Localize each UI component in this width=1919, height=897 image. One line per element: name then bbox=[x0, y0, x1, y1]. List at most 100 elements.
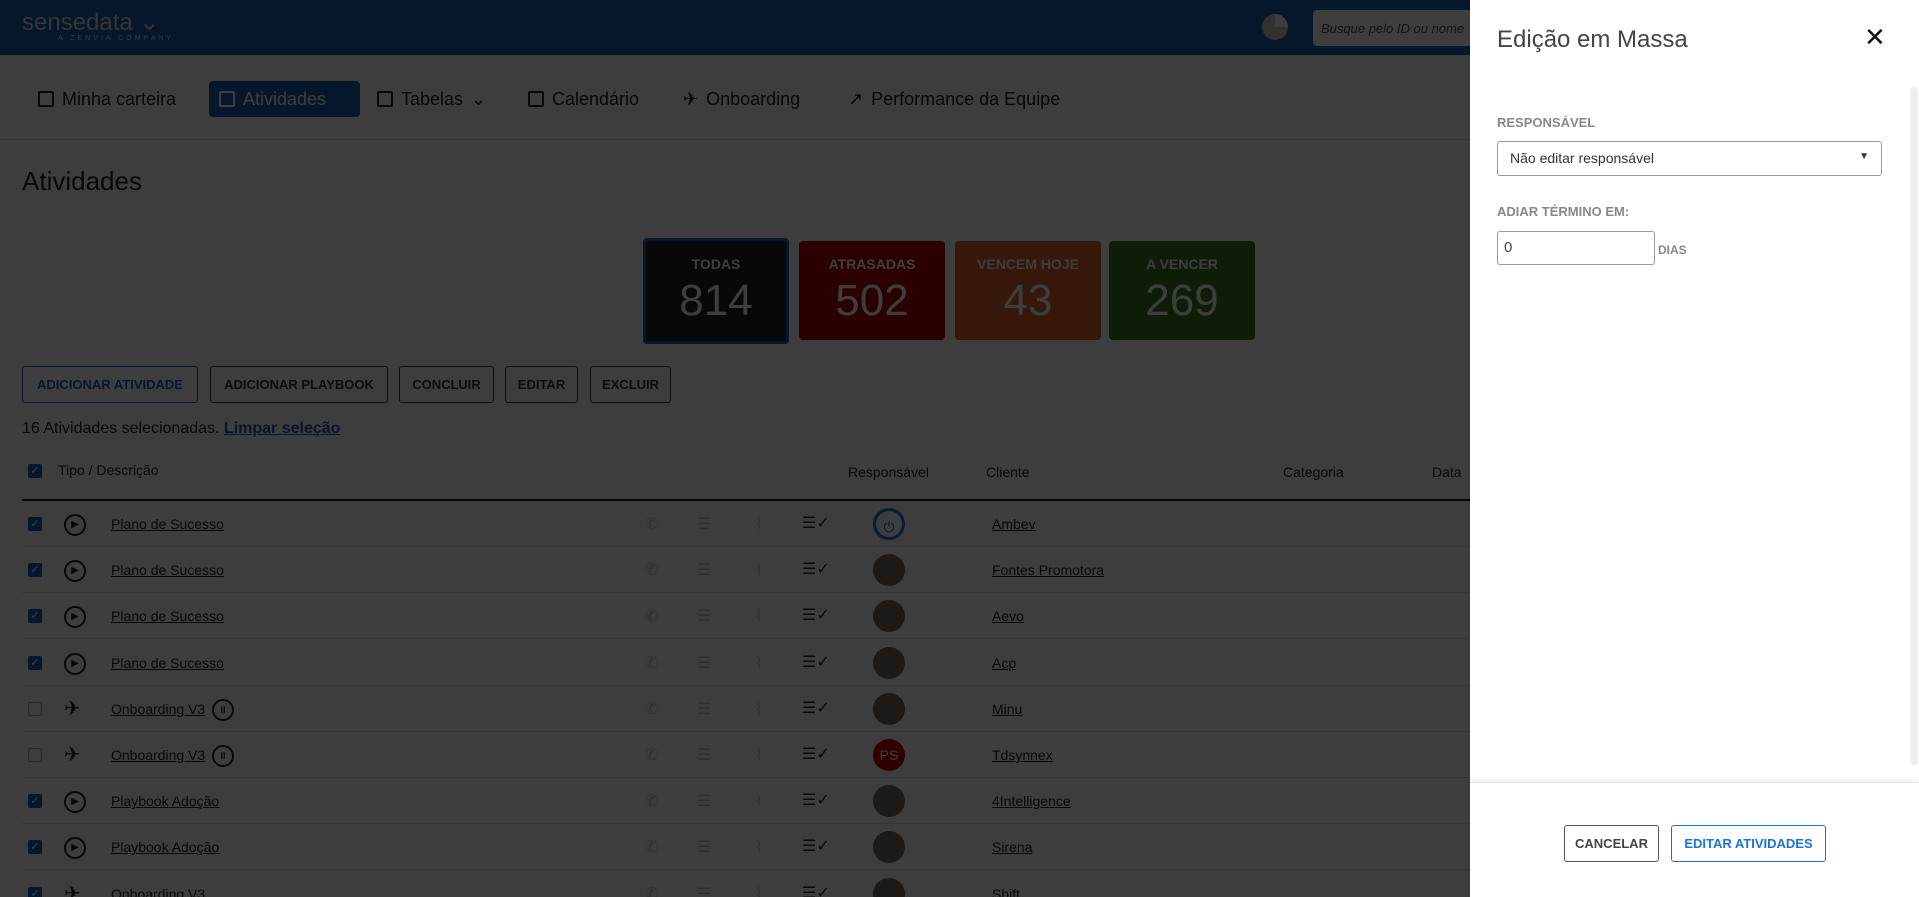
notes-icon[interactable]: ☰ bbox=[697, 791, 711, 811]
checklist-icon[interactable]: ☰✓ bbox=[802, 744, 830, 764]
dimmed-background-page[interactable]: sensedata ⌄ A ZENVIA COMPANY Busque pelo … bbox=[0, 0, 1470, 897]
card-vencem-hoje[interactable]: VENCEM HOJE 43 bbox=[955, 241, 1101, 340]
client-link[interactable]: Tdsynnex bbox=[992, 747, 1053, 763]
attachment-icon[interactable]: ⌇ bbox=[755, 514, 763, 534]
phone-icon[interactable]: ✆ bbox=[645, 699, 658, 719]
row-checkbox[interactable]: ✓ bbox=[28, 517, 42, 531]
header-client[interactable]: Cliente bbox=[986, 464, 1030, 480]
phone-icon[interactable]: ✆ bbox=[645, 606, 658, 626]
phone-icon[interactable]: ✆ bbox=[645, 514, 658, 534]
postpone-days-input[interactable]: 0 bbox=[1497, 231, 1655, 265]
nav-tabelas[interactable]: Tabelas ⌄ bbox=[367, 81, 496, 117]
phone-icon[interactable]: ✆ bbox=[645, 884, 658, 897]
brand-logo[interactable]: sensedata ⌄ A ZENVIA COMPANY bbox=[22, 8, 174, 42]
client-link[interactable]: Acp bbox=[992, 655, 1016, 671]
edit-button[interactable]: EDITAR bbox=[505, 366, 578, 403]
checklist-icon[interactable]: ☰✓ bbox=[802, 790, 830, 810]
close-icon[interactable]: ✕ bbox=[1864, 22, 1886, 53]
table-row[interactable]: ✓ ▶ Plano de Sucesso ✆ ☰ ⌇ ☰✓ Aevo bbox=[22, 593, 1470, 640]
client-link[interactable]: 4Intelligence bbox=[992, 793, 1071, 809]
add-activity-button[interactable]: ADICIONAR ATIVIDADE bbox=[22, 366, 198, 403]
table-row[interactable]: ✓ ▶ Plano de Sucesso ✆ ☰ ⌇ ☰✓ Fontes Promotora bbox=[22, 547, 1470, 594]
phone-icon[interactable]: ✆ bbox=[645, 653, 658, 673]
notes-icon[interactable]: ☰ bbox=[697, 653, 711, 673]
card-todas[interactable]: TODAS 814 bbox=[643, 238, 789, 344]
activity-link[interactable]: Plano de Sucesso bbox=[111, 562, 224, 578]
nav-onboarding[interactable]: ✈ Onboarding bbox=[673, 81, 810, 117]
header-category[interactable]: Categoria bbox=[1283, 464, 1344, 480]
phone-icon[interactable]: ✆ bbox=[645, 837, 658, 857]
checklist-icon[interactable]: ☰✓ bbox=[802, 513, 830, 533]
attachment-icon[interactable]: ⌇ bbox=[755, 560, 763, 580]
activity-link[interactable]: Onboarding V3 bbox=[111, 747, 205, 763]
header-date[interactable]: Data bbox=[1432, 464, 1462, 480]
client-link[interactable]: Ambev bbox=[992, 516, 1036, 532]
table-row[interactable]: ✈ Onboarding V3 II ✆ ☰ ⌇ ☰✓ PS Tdsynnex bbox=[22, 732, 1470, 778]
edit-activities-button[interactable]: EDITAR ATIVIDADES bbox=[1671, 825, 1826, 862]
activity-link[interactable]: Onboarding V3 bbox=[111, 701, 205, 717]
table-row[interactable]: ✓ ▶ Playbook Adoção ✆ ☰ ⌇ ☰✓ Sirena bbox=[22, 824, 1470, 871]
notes-icon[interactable]: ☰ bbox=[697, 606, 711, 626]
attachment-icon[interactable]: ⌇ bbox=[755, 837, 763, 857]
row-checkbox[interactable]: ✓ bbox=[28, 563, 42, 578]
table-row[interactable]: ✓ ▶ Plano de Sucesso ✆ ☰ ⌇ ☰✓ Acp bbox=[22, 640, 1470, 686]
checklist-icon[interactable]: ☰✓ bbox=[802, 698, 830, 718]
notes-icon[interactable]: ☰ bbox=[697, 560, 711, 580]
checklist-icon[interactable]: ☰✓ bbox=[802, 559, 830, 579]
notes-icon[interactable]: ☰ bbox=[697, 745, 711, 765]
activity-link[interactable]: Onboarding V3 bbox=[111, 886, 205, 897]
client-link[interactable]: Fontes Promotora bbox=[992, 562, 1104, 578]
row-checkbox[interactable] bbox=[28, 701, 42, 716]
table-row[interactable]: ✈ Onboarding V3 II ✆ ☰ ⌇ ☰✓ Minu bbox=[22, 686, 1470, 732]
client-link[interactable]: Sirena bbox=[992, 839, 1032, 855]
select-all-checkbox[interactable]: ✓ bbox=[28, 464, 42, 478]
table-row[interactable]: ✓ ▶ Playbook Adoção ✆ ☰ ⌇ ☰✓ 4Intelligence bbox=[22, 778, 1470, 825]
attachment-icon[interactable]: ⌇ bbox=[755, 653, 763, 673]
attachment-icon[interactable]: ⌇ bbox=[755, 745, 763, 765]
nav-calendario[interactable]: Calendário bbox=[518, 81, 649, 117]
header-type[interactable]: Tipo / Descrição bbox=[58, 462, 159, 478]
card-a-vencer[interactable]: A VENCER 269 bbox=[1109, 241, 1255, 340]
attachment-icon[interactable]: ⌇ bbox=[755, 791, 763, 811]
activity-link[interactable]: Playbook Adoção bbox=[111, 793, 219, 809]
notes-icon[interactable]: ☰ bbox=[697, 884, 711, 897]
clear-selection-link[interactable]: Limpar seleção bbox=[224, 420, 341, 437]
activity-link[interactable]: Plano de Sucesso bbox=[111, 608, 224, 624]
pie-chart-icon[interactable] bbox=[1262, 14, 1288, 40]
card-atrasadas[interactable]: ATRASADAS 502 bbox=[799, 241, 945, 340]
client-link[interactable]: Aevo bbox=[992, 608, 1024, 624]
nav-performance[interactable]: ↗ Performance da Equipe bbox=[838, 81, 1070, 117]
client-link[interactable]: Minu bbox=[992, 701, 1022, 717]
phone-icon[interactable]: ✆ bbox=[645, 560, 658, 580]
activity-link[interactable]: Playbook Adoção bbox=[111, 839, 219, 855]
attachment-icon[interactable]: ⌇ bbox=[755, 699, 763, 719]
attachment-icon[interactable]: ⌇ bbox=[755, 606, 763, 626]
conclude-button[interactable]: CONCLUIR bbox=[399, 366, 494, 403]
row-checkbox[interactable]: ✓ bbox=[28, 794, 42, 809]
client-link[interactable]: Shift bbox=[992, 886, 1020, 897]
table-row[interactable]: ✓ ▶ Plano de Sucesso ✆ ☰ ⌇ ☰✓ ⏻ Ambev bbox=[22, 501, 1470, 547]
owner-select[interactable]: Não editar responsável ▼ bbox=[1497, 141, 1882, 176]
attachment-icon[interactable]: ⌇ bbox=[755, 884, 763, 897]
activity-link[interactable]: Plano de Sucesso bbox=[111, 516, 224, 532]
pause-icon[interactable]: II bbox=[212, 698, 234, 721]
notes-icon[interactable]: ☰ bbox=[697, 514, 711, 534]
phone-icon[interactable]: ✆ bbox=[645, 745, 658, 765]
checklist-icon[interactable]: ☰✓ bbox=[802, 652, 830, 672]
checklist-icon[interactable]: ☰✓ bbox=[802, 605, 830, 625]
header-owner[interactable]: Responsável bbox=[848, 464, 929, 480]
nav-atividades[interactable]: Atividades bbox=[209, 81, 360, 117]
search-input[interactable]: Busque pelo ID ou nome bbox=[1313, 10, 1470, 46]
panel-scrollbar[interactable] bbox=[1910, 87, 1918, 765]
table-row[interactable]: ✓ ✈ Onboarding V3 ✆ ☰ ⌇ ☰✓ Shift bbox=[22, 871, 1470, 897]
nav-minha-carteira[interactable]: Minha carteira bbox=[28, 81, 186, 117]
checklist-icon[interactable]: ☰✓ bbox=[802, 836, 830, 856]
pause-icon[interactable]: II bbox=[212, 745, 234, 767]
delete-button[interactable]: EXCLUIR bbox=[590, 366, 671, 403]
notes-icon[interactable]: ☰ bbox=[697, 837, 711, 857]
notes-icon[interactable]: ☰ bbox=[697, 699, 711, 719]
row-checkbox[interactable]: ✓ bbox=[28, 655, 42, 670]
activity-link[interactable]: Plano de Sucesso bbox=[111, 655, 224, 671]
cancel-button[interactable]: CANCELAR bbox=[1564, 825, 1659, 862]
phone-icon[interactable]: ✆ bbox=[645, 791, 658, 811]
